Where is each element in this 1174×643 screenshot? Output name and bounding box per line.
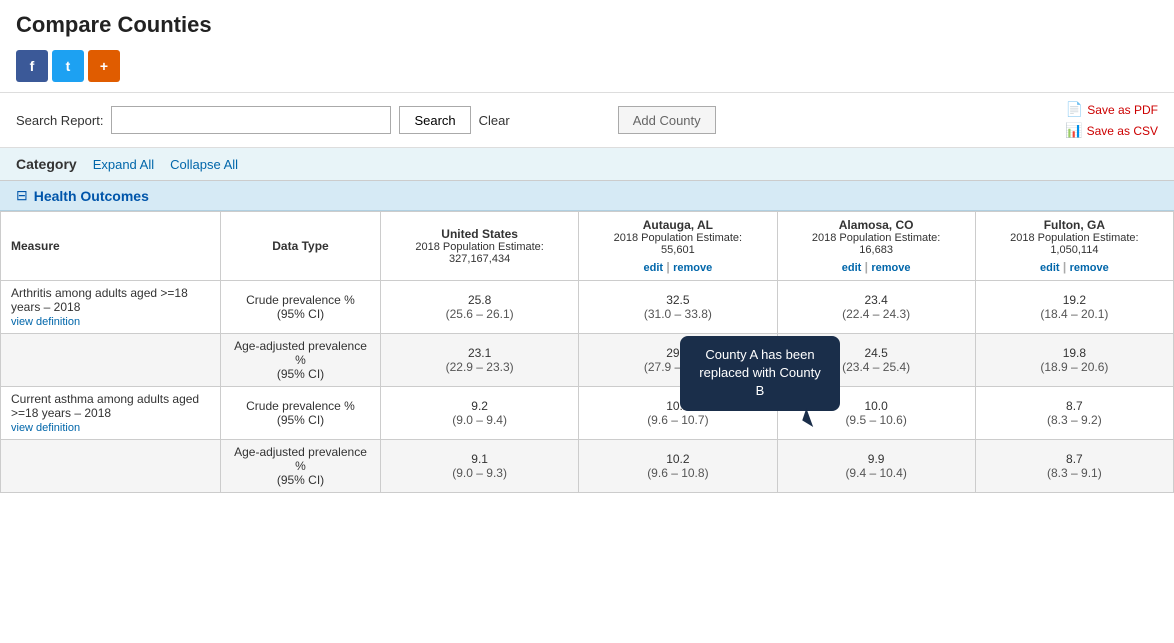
datatype-cell: Age-adjusted prevalence %(95% CI) [221,334,381,387]
search-input[interactable] [111,106,391,134]
measure-cell [1,334,221,387]
autauga-remove-link[interactable]: remove [673,262,712,274]
measure-cell: Arthritis among adults aged >=18 years –… [1,281,221,334]
autauga-pop-value: 55,601 [589,244,766,256]
fulton-edit-link[interactable]: edit [1040,262,1060,274]
add-county-button[interactable]: Add County [618,106,716,134]
alamosa-remove-link[interactable]: remove [871,262,910,274]
save-csv-link[interactable]: 📊 Save as CSV [1065,122,1158,139]
fulton-pop-label: 2018 Population Estimate: [986,232,1163,244]
tooltip-bubble: County A has been replaced with County B [680,336,840,411]
us-cell: 9.1(9.0 – 9.3) [381,440,579,493]
us-cell: 25.8(25.6 – 26.1) [381,281,579,334]
autauga-header: Autauga, AL 2018 Population Estimate: 55… [579,212,777,281]
alamosa-pop-label: 2018 Population Estimate: [788,232,965,244]
section-toggle-icon[interactable]: ⊟ [16,187,28,204]
autauga-cell: 32.5(31.0 – 33.8) [579,281,777,334]
csv-icon: 📊 [1065,122,1082,139]
autauga-cell: 10.2(9.6 – 10.8) [579,440,777,493]
data-table: Measure Data Type United States 2018 Pop… [0,211,1174,493]
autauga-edit-link[interactable]: edit [644,262,664,274]
content-wrapper: County A has been replaced with County B… [0,181,1174,493]
table-header-row: Measure Data Type United States 2018 Pop… [1,212,1174,281]
search-button[interactable]: Search [399,106,470,134]
alamosa-edit-link[interactable]: edit [842,262,862,274]
datatype-cell: Crude prevalence %(95% CI) [221,387,381,440]
section-title: Health Outcomes [34,188,149,204]
alamosa-header: Alamosa, CO 2018 Population Estimate: 16… [777,212,975,281]
alamosa-cell: 23.4(22.4 – 24.3) [777,281,975,334]
table-row: Arthritis among adults aged >=18 years –… [1,281,1174,334]
expand-all-link[interactable]: Expand All [93,157,154,172]
fulton-remove-link[interactable]: remove [1070,262,1109,274]
measure-cell [1,440,221,493]
us-cell: 9.2(9.0 – 9.4) [381,387,579,440]
autauga-pop-label: 2018 Population Estimate: [589,232,766,244]
datatype-cell: Age-adjusted prevalence %(95% CI) [221,440,381,493]
category-label: Category [16,156,77,172]
facebook-share-button[interactable]: f [16,50,48,82]
fulton-cell: 19.8(18.9 – 20.6) [975,334,1173,387]
measure-header: Measure [1,212,221,281]
section-header: ⊟ Health Outcomes [0,181,1174,211]
page-title: Compare Counties [0,0,1174,46]
fulton-cell: 8.7(8.3 – 9.1) [975,440,1173,493]
datatype-header: Data Type [221,212,381,281]
view-definition-link[interactable]: view definition [11,316,210,328]
table-row: Current asthma among adults aged >=18 ye… [1,387,1174,440]
save-pdf-link[interactable]: 📄 Save as PDF [1066,101,1158,118]
toolbar: Search Report: Search Clear Add County 📄… [0,92,1174,148]
collapse-all-link[interactable]: Collapse All [170,157,238,172]
alamosa-pop-value: 16,683 [788,244,965,256]
fulton-cell: 19.2(18.4 – 20.1) [975,281,1173,334]
us-pop-value: 327,167,434 [391,253,568,265]
us-cell: 23.1(22.9 – 23.3) [381,334,579,387]
table-row: Age-adjusted prevalence %(95% CI) 9.1(9.… [1,440,1174,493]
pdf-icon: 📄 [1066,101,1083,118]
twitter-share-button[interactable]: t [52,50,84,82]
measure-cell: Current asthma among adults aged >=18 ye… [1,387,221,440]
us-header: United States 2018 Population Estimate: … [381,212,579,281]
category-bar: Category Expand All Collapse All [0,148,1174,181]
search-report-label: Search Report: [16,113,103,128]
add-share-button[interactable]: + [88,50,120,82]
fulton-cell: 8.7(8.3 – 9.2) [975,387,1173,440]
datatype-cell: Crude prevalence %(95% CI) [221,281,381,334]
clear-button[interactable]: Clear [479,113,510,128]
view-definition-link[interactable]: view definition [11,422,210,434]
fulton-pop-value: 1,050,114 [986,244,1163,256]
export-links: 📄 Save as PDF 📊 Save as CSV [1065,101,1158,139]
social-share-bar: f t + [0,46,1174,92]
us-pop-label: 2018 Population Estimate: [391,241,568,253]
fulton-header: Fulton, GA 2018 Population Estimate: 1,0… [975,212,1173,281]
alamosa-cell: 9.9(9.4 – 10.4) [777,440,975,493]
table-row: Age-adjusted prevalence %(95% CI) 23.1(2… [1,334,1174,387]
